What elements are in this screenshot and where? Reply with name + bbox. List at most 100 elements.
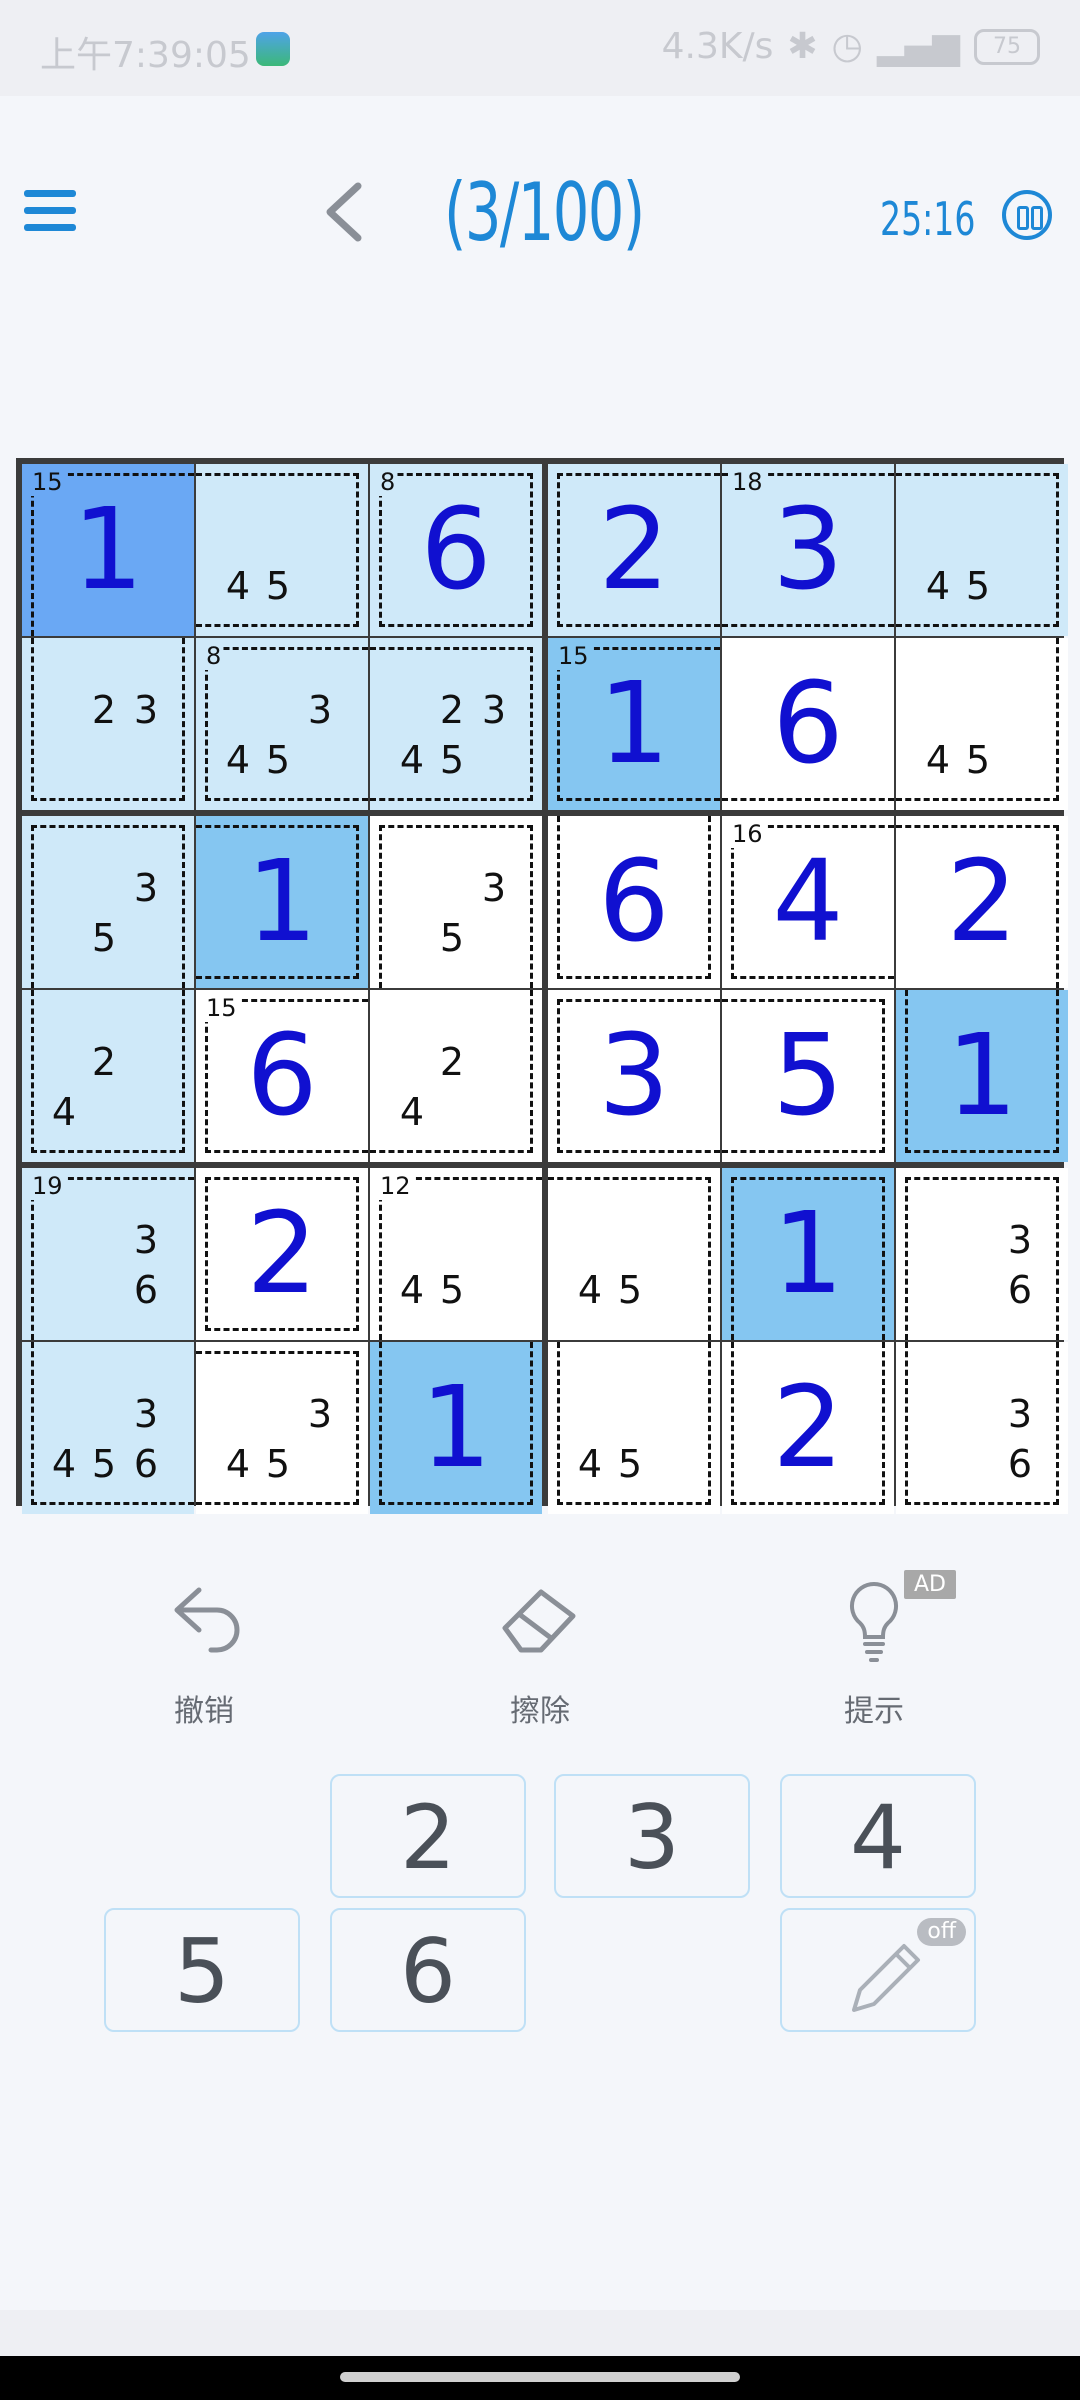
menu-icon[interactable] bbox=[24, 190, 76, 238]
alarm-icon: ◷ bbox=[831, 26, 863, 67]
pencil-note: 3 bbox=[481, 866, 507, 910]
erase-button[interactable]: 擦除 bbox=[460, 1576, 620, 1729]
board-cell[interactable]: 24 bbox=[22, 990, 194, 1162]
pencil-note: 3 bbox=[133, 1218, 159, 1262]
board-cell[interactable]: 45 bbox=[896, 464, 1068, 636]
back-icon[interactable] bbox=[318, 180, 368, 244]
undo-label: 撤销 bbox=[174, 1694, 234, 1729]
board-cell[interactable]: 6 bbox=[722, 638, 894, 810]
cage-sum: 15 bbox=[204, 994, 239, 1022]
cell-value: 3 bbox=[598, 1011, 670, 1141]
pencil-note: 4 bbox=[225, 1442, 251, 1486]
board-cell[interactable]: 3 45 bbox=[196, 1342, 368, 1514]
cage-sum: 15 bbox=[30, 468, 65, 496]
cage-sum: 8 bbox=[204, 642, 224, 670]
cell-value: 5 bbox=[772, 1011, 844, 1141]
undo-icon bbox=[174, 1587, 240, 1653]
board-cell[interactable]: 23 45 bbox=[370, 638, 542, 810]
pencil-note: 3 bbox=[133, 688, 159, 732]
board-cell[interactable]: 2 bbox=[548, 464, 720, 636]
pencil-note: 6 bbox=[1007, 1268, 1033, 1312]
undo-button[interactable]: 撤销 bbox=[124, 1576, 284, 1729]
board-cell[interactable]: 8 3 45 bbox=[196, 638, 368, 810]
game-header: (3/100) 25:16 bbox=[0, 96, 1080, 336]
board-cell[interactable]: 2 bbox=[722, 1342, 894, 1514]
pencil-note: 4 bbox=[51, 1442, 77, 1486]
cell-value: 6 bbox=[598, 837, 670, 967]
board-cell[interactable]: 86 bbox=[370, 464, 542, 636]
board-cell[interactable]: 45 bbox=[548, 1168, 720, 1340]
cage-outline bbox=[31, 1177, 194, 1340]
board-cell[interactable]: 1 bbox=[196, 816, 368, 988]
pencil-note: 3 bbox=[307, 688, 333, 732]
pencil-note: 5 bbox=[965, 564, 991, 608]
board-cell[interactable]: 1 bbox=[370, 1342, 542, 1514]
cell-value: 1 bbox=[246, 837, 318, 967]
pencil-note: 2 bbox=[439, 1040, 465, 1084]
board-cell[interactable]: 2 bbox=[196, 1168, 368, 1340]
board-cell[interactable]: 45 bbox=[196, 464, 368, 636]
board-cell[interactable]: 12 4 5 bbox=[370, 1168, 542, 1340]
pencil-note: 4 bbox=[577, 1442, 603, 1486]
board-cell[interactable]: 5 bbox=[722, 990, 894, 1162]
board-cell[interactable]: 35 bbox=[370, 816, 542, 988]
pencil-note: 5 bbox=[965, 738, 991, 782]
board-cell[interactable]: 36 bbox=[896, 1168, 1068, 1340]
cage-outline bbox=[548, 1177, 711, 1340]
gesture-bar bbox=[0, 2356, 1080, 2400]
pencil-mode-button[interactable]: off bbox=[780, 1908, 976, 2032]
pencil-note: 6 bbox=[133, 1442, 159, 1486]
number-key-2[interactable]: 2 bbox=[330, 1774, 526, 1898]
home-indicator[interactable] bbox=[340, 2372, 740, 2382]
number-key-4[interactable]: 4 bbox=[780, 1774, 976, 1898]
app-notification-icon bbox=[256, 32, 290, 66]
ad-badge: AD bbox=[904, 1570, 956, 1599]
pencil-note: 3 bbox=[1007, 1392, 1033, 1436]
puzzle-progress: (3/100) bbox=[444, 166, 645, 259]
board-cell[interactable]: 1 bbox=[722, 1168, 894, 1340]
board-cell[interactable]: 6 bbox=[548, 816, 720, 988]
board-cell[interactable]: 18 3 bbox=[722, 464, 894, 636]
board-cell[interactable]: 1 bbox=[896, 990, 1068, 1162]
board-cell[interactable]: 23 bbox=[22, 638, 194, 810]
number-key-6[interactable]: 6 bbox=[330, 1908, 526, 2032]
pencil-note: 5 bbox=[265, 1442, 291, 1486]
pencil-note: 4 bbox=[577, 1268, 603, 1312]
cage-sum: 16 bbox=[730, 820, 765, 848]
pencil-note: 3 bbox=[481, 688, 507, 732]
number-key-5[interactable]: 5 bbox=[104, 1908, 300, 2032]
eraser-icon bbox=[502, 1589, 576, 1653]
pencil-note: 3 bbox=[133, 866, 159, 910]
pencil-note: 4 bbox=[925, 738, 951, 782]
board-cell[interactable]: 19 3 6 bbox=[22, 1168, 194, 1340]
erase-label: 擦除 bbox=[510, 1694, 570, 1729]
number-key-3[interactable]: 3 bbox=[554, 1774, 750, 1898]
cage-sum: 19 bbox=[30, 1172, 65, 1200]
pencil-note: 5 bbox=[91, 916, 117, 960]
board-cell[interactable]: 36 bbox=[896, 1342, 1068, 1514]
cell-value: 6 bbox=[772, 659, 844, 789]
board-cell[interactable]: 3 bbox=[548, 990, 720, 1162]
pause-button[interactable] bbox=[1002, 190, 1052, 240]
pencil-note: 3 bbox=[1007, 1218, 1033, 1262]
board-cell[interactable]: 35 bbox=[22, 816, 194, 988]
pencil-note: 3 bbox=[133, 1392, 159, 1436]
board-cell[interactable]: 15 1 bbox=[22, 464, 194, 636]
board-cell[interactable]: 15 1 bbox=[548, 638, 720, 810]
board-cell[interactable]: 15 6 bbox=[196, 990, 368, 1162]
pencil-note: 2 bbox=[439, 688, 465, 732]
pencil-note: 5 bbox=[439, 738, 465, 782]
status-time: 上午7:39:05 bbox=[40, 35, 251, 76]
pencil-note: 5 bbox=[265, 564, 291, 608]
board-cell[interactable]: 2 bbox=[896, 816, 1068, 988]
pencil-note: 4 bbox=[399, 738, 425, 782]
board-cell[interactable]: 3 456 bbox=[22, 1342, 194, 1514]
board-cell[interactable]: 24 bbox=[370, 990, 542, 1162]
board-cell[interactable]: 16 4 bbox=[722, 816, 894, 988]
pencil-note: 4 bbox=[399, 1268, 425, 1312]
board-cell[interactable]: 45 bbox=[896, 638, 1068, 810]
cage-sum: 8 bbox=[378, 468, 398, 496]
board-cell[interactable]: 45 bbox=[548, 1342, 720, 1514]
sudoku-board: 15 1 4 5 8 6 2 18 3 4 5 2 3 8 3 4 5 2 3 4 5 15 1 6 4 5 3 5 1 3 5 6 16 4 2 2… bbox=[16, 458, 1068, 1514]
pencil-note: 4 bbox=[225, 738, 251, 782]
